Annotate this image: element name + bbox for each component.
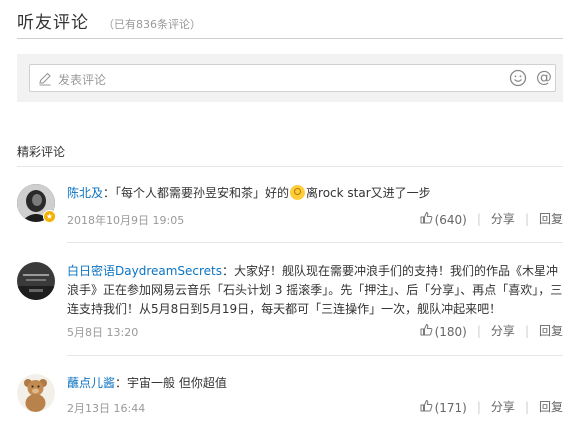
comment-composer: 发表评论 @ [17,54,563,102]
comment-actions: (640) | 分享 | 回复 [420,210,563,227]
comment-time: 2月13日 16:44 [67,402,146,415]
like-button[interactable]: (640) [420,211,467,227]
comments-count: （已有836条评论） [103,18,201,31]
avatar[interactable] [17,262,55,300]
comment-divider [67,242,563,243]
comment-meta: 2月13日 16:44 (171) | 分享 | 回复 [67,398,563,416]
action-separator: | [524,323,529,338]
comment-input[interactable]: 发表评论 @ [29,64,556,92]
reply-button[interactable]: 回复 [539,210,563,227]
vip-badge-icon: ★ [43,210,56,223]
comment-text-tail: 离rock star又进了一步 [306,186,431,200]
action-separator: | [524,399,529,414]
pencil-icon [39,72,51,86]
share-button[interactable]: 分享 [491,210,515,227]
comment-divider [67,355,563,356]
like-count: (640) [434,212,467,227]
share-button[interactable]: 分享 [491,398,515,415]
comment-meta: 5月8日 13:20 (180) | 分享 | 回复 [67,322,563,340]
action-separator: | [524,211,529,226]
share-button[interactable]: 分享 [491,322,515,339]
action-separator: | [476,323,481,338]
comment-item: ★ 陈北及：「每个人都需要孙昱安和茶」好的 离rock star又进了一步 201… [17,184,563,242]
avatar-image [17,262,55,300]
comments-header: 听友评论 （已有836条评论） [17,8,563,36]
comment-username[interactable]: 白日密语DaydreamSecrets [67,264,222,278]
comment-actions: (180) | 分享 | 回复 [420,322,563,339]
reply-button[interactable]: 回复 [539,398,563,415]
like-count: (180) [434,324,467,339]
thumbs-up-icon [420,399,432,411]
action-separator: | [476,211,481,226]
header-divider [17,38,563,39]
comments-title: 听友评论 [17,13,89,33]
section-divider [17,166,563,167]
mention-icon[interactable]: @ [535,67,553,87]
like-button[interactable]: (171) [420,399,467,415]
comment-meta: 2018年10月9日 19:05 (640) | 分享 | 回复 [67,210,563,228]
teddy-bear-avatar-icon [17,374,55,412]
comment-time: 2018年10月9日 19:05 [67,214,185,227]
comment-item: 蘸点儿酱：宇宙一般 但你超值 2月13日 16:44 (171) | 分享 | … [17,374,563,424]
comment-text: ：宇宙一般 但你超值 [115,376,227,390]
thumbs-up-icon [420,323,432,335]
emoji-icon[interactable] [509,69,527,87]
like-button[interactable]: (180) [420,323,467,339]
action-separator: | [476,399,481,414]
like-count: (171) [434,400,467,415]
comment-username[interactable]: 蘸点儿酱 [67,376,115,390]
reply-button[interactable]: 回复 [539,322,563,339]
comment-username[interactable]: 陈北及 [67,186,103,200]
featured-comments-title: 精彩评论 [17,145,66,159]
comment-item: 白日密语DaydreamSecrets：大家好！舰队现在需要冲浪手们的支持！我们… [17,262,563,342]
thumbs-up-icon [420,211,432,223]
comment-placeholder: 发表评论 [58,73,107,87]
comment-actions: (171) | 分享 | 回复 [420,398,563,415]
comment-time: 5月8日 13:20 [67,326,139,339]
avatar[interactable] [17,374,55,412]
comment-text: ：「每个人都需要孙昱安和茶」好的 [103,186,290,200]
ok-hand-emoji-icon [290,185,306,200]
